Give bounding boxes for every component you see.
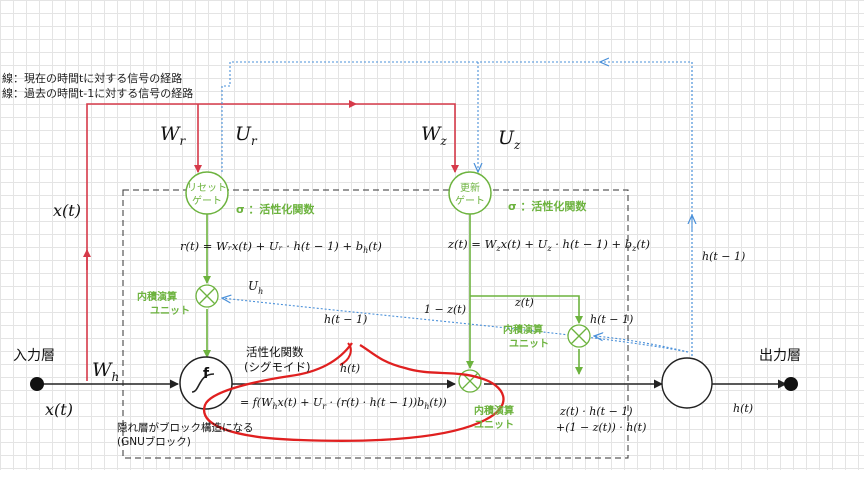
output-equation-1: z(t) · h(t − 1) xyxy=(559,405,633,418)
w-z-label: Wz xyxy=(421,123,448,148)
update-gate-equation: z(t) = Wzx(t) + Uz · h(t − 1) + bz(t) xyxy=(447,237,650,253)
hidden-layer-note-2: (GNUブロック) xyxy=(117,435,191,448)
w-h-label: Wh xyxy=(92,359,119,384)
h-t-minus-1-gate: h(t − 1) xyxy=(590,313,633,326)
reset-gate-label-1: リセット xyxy=(187,182,227,194)
inner-product-label-2a: 内積演算 xyxy=(474,404,514,417)
reset-gate-equation: r(t) = Wᵣx(t) + Uᵣ · h(t − 1) + bh(t) xyxy=(180,239,382,255)
w-r-label: Wr xyxy=(160,123,187,148)
h-t-output-label: h(t) xyxy=(733,402,753,415)
f-symbol: f xyxy=(203,366,210,382)
h-t-minus-1-right: h(t − 1) xyxy=(702,250,745,263)
hidden-layer-note-1: 隠れ層がブロック構造になる xyxy=(117,421,254,434)
z-t-label: z(t) xyxy=(514,296,534,309)
reset-gate-label-2: ゲート xyxy=(192,195,222,207)
inner-product-label-3b: ユニット xyxy=(509,338,549,350)
output-sum-node xyxy=(661,357,713,409)
output-equation-2: +(1 − z(t)) · h(t) xyxy=(556,421,646,434)
u-r-label: Ur xyxy=(235,123,258,148)
input-layer-label: 入力層 xyxy=(13,348,55,364)
u-z-label: Uz xyxy=(498,127,521,152)
inner-product-node-1 xyxy=(195,284,219,308)
inner-product-label-1a: 内積演算 xyxy=(137,290,177,303)
activation-label-2: (シグモイド) xyxy=(244,360,310,374)
update-gate-label-1: 更新 xyxy=(460,181,480,194)
output-layer-label: 出力層 xyxy=(759,348,801,364)
f-equation: = f(Whx(t) + Ur · (r(t) · h(t − 1))bh(t)… xyxy=(240,396,447,411)
inner-product-node-3 xyxy=(567,324,591,348)
activation-label-1: 活性化関数 xyxy=(246,345,304,359)
legend-line-1: 線：現在の時間tに対する信号の経路 xyxy=(2,71,182,85)
sigma-activation-label-1: σ ：活性化関数 xyxy=(236,202,315,216)
update-gate-label-2: ゲート xyxy=(455,195,485,207)
output-node xyxy=(784,377,798,391)
x-t-label-bottom: x(t) xyxy=(45,400,73,419)
inner-product-node-2 xyxy=(458,369,482,393)
inner-product-label-2b: ユニット xyxy=(474,419,514,431)
h-t-label: h(t) xyxy=(340,362,360,375)
inner-product-label-3a: 内積演算 xyxy=(503,323,543,336)
h-t-minus-1-mid: h(t − 1) xyxy=(324,313,367,326)
legend-line-2: 線：過去の時間t-1に対する信号の経路 xyxy=(2,86,193,100)
input-node xyxy=(30,377,44,391)
x-t-label-left: x(t) xyxy=(53,201,81,220)
inner-product-label-1b: ユニット xyxy=(150,305,190,317)
sigma-activation-label-2: σ ：活性化関数 xyxy=(508,199,587,213)
gru-diagram: 線：現在の時間tに対する信号の経路 線：過去の時間t-1に対する信号の経路 入力… xyxy=(2,0,801,459)
one-minus-z-label: 1 − z(t) xyxy=(424,303,466,316)
u-h-label: Uh xyxy=(248,279,263,296)
gru-block-boundary xyxy=(122,189,629,459)
